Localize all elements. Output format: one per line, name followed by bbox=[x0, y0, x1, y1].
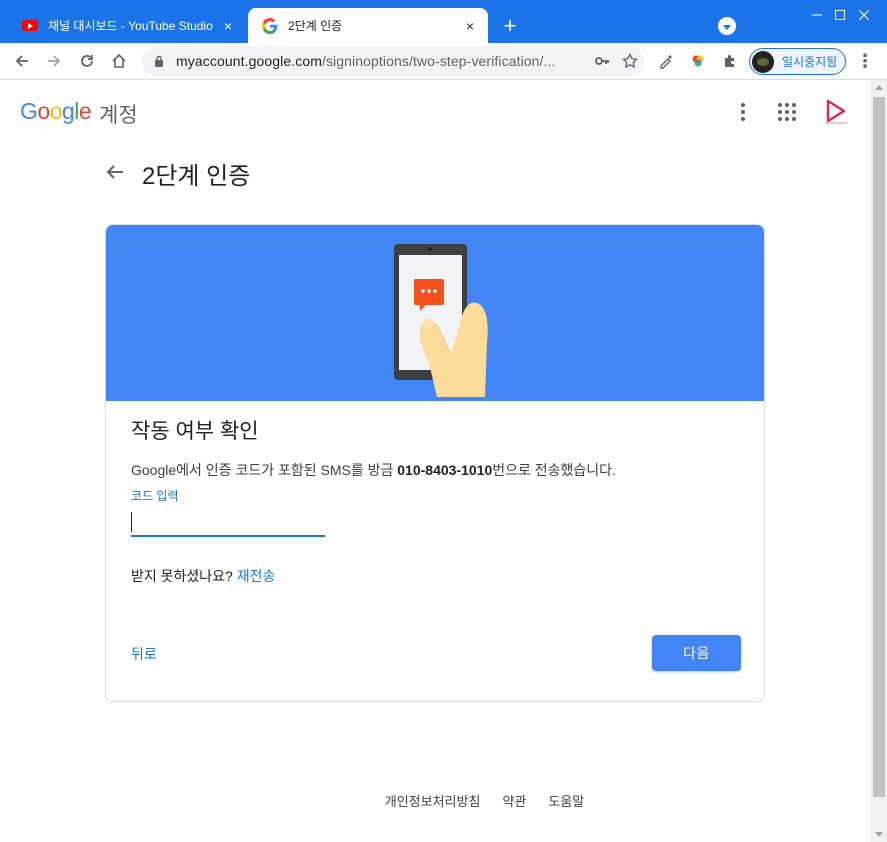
address-bar[interactable]: myaccount.google.com/signinoptions/two-s… bbox=[142, 46, 644, 76]
reload-icon bbox=[81, 55, 93, 67]
back-nav-button[interactable] bbox=[8, 47, 36, 75]
back-arrow-icon[interactable] bbox=[103, 160, 127, 184]
phone-number: 010-8403-1010 bbox=[397, 462, 493, 478]
scroll-down-icon[interactable] bbox=[875, 832, 883, 837]
tab-youtube-studio[interactable]: 채널 대시보드 - YouTube Studio × bbox=[8, 8, 246, 43]
profile-label: 일시중지됨 bbox=[782, 55, 838, 69]
code-input-label: 코드 입력 bbox=[131, 489, 179, 503]
arrow-left-icon bbox=[15, 55, 28, 67]
vertical-scrollbar[interactable] bbox=[871, 80, 887, 842]
tab-title: 채널 대시보드 - YouTube Studio bbox=[48, 19, 213, 33]
scrollbar-thumb[interactable] bbox=[873, 97, 885, 797]
profile-button[interactable]: 일시중지됨 bbox=[749, 48, 846, 75]
page-content: Google 계정 2단계 인증 작동 여부 확인 Google에서 인증 코드… bbox=[0, 80, 871, 842]
footer: 개인정보처리방침 약관 도움말 bbox=[0, 791, 871, 810]
browser-toolbar: myaccount.google.com/signinoptions/two-s… bbox=[0, 43, 887, 80]
not-received-text: 받지 못하셨나요? 재전송 bbox=[131, 568, 276, 584]
arrow-right-icon bbox=[48, 55, 61, 67]
play-logo-icon[interactable] bbox=[823, 98, 849, 126]
reload-button[interactable] bbox=[73, 47, 101, 75]
extensions-puzzle-icon[interactable] bbox=[716, 47, 744, 75]
bookmark-star-icon[interactable] bbox=[616, 47, 644, 75]
avatar bbox=[752, 50, 774, 73]
youtube-icon bbox=[22, 18, 38, 34]
account-word: 계정 bbox=[99, 104, 138, 127]
browser-titlebar: 채널 대시보드 - YouTube Studio × 2단계 인증 × + bbox=[0, 0, 887, 43]
google-logo[interactable]: Google bbox=[20, 98, 92, 125]
close-window-button[interactable] bbox=[841, 0, 887, 30]
help-link[interactable]: 도움말 bbox=[548, 791, 584, 810]
key-icon[interactable] bbox=[588, 47, 616, 75]
phone-illustration bbox=[106, 225, 764, 401]
browser-menu-icon[interactable]: ⋮ bbox=[851, 47, 879, 75]
terms-link[interactable]: 약관 bbox=[502, 791, 526, 810]
tab-search-icon[interactable] bbox=[718, 17, 736, 35]
home-icon bbox=[112, 53, 126, 68]
page-title: 2단계 인증 bbox=[142, 163, 251, 190]
forward-nav-button[interactable] bbox=[40, 47, 68, 75]
verification-card: 작동 여부 확인 Google에서 인증 코드가 포함된 SMS를 방금 010… bbox=[105, 224, 765, 702]
scroll-up-icon[interactable] bbox=[875, 85, 883, 90]
google-apps-icon[interactable] bbox=[775, 100, 799, 124]
privacy-policy-link[interactable]: 개인정보처리방침 bbox=[385, 791, 481, 810]
tab-two-step-verification[interactable]: 2단계 인증 × bbox=[248, 8, 488, 43]
tab-close-icon[interactable]: × bbox=[218, 16, 238, 36]
tab-close-icon[interactable]: × bbox=[460, 16, 480, 36]
new-tab-button[interactable]: + bbox=[498, 13, 522, 38]
color-extension-icon[interactable] bbox=[684, 47, 712, 75]
tab-title: 2단계 인증 bbox=[288, 19, 343, 33]
lock-icon bbox=[155, 55, 163, 67]
next-button[interactable]: 다음 bbox=[652, 635, 741, 671]
url-text: myaccount.google.com/signinoptions/two-s… bbox=[176, 53, 556, 69]
eyedropper-extension-icon[interactable] bbox=[652, 47, 680, 75]
card-heading: 작동 여부 확인 bbox=[131, 420, 259, 443]
code-input[interactable] bbox=[131, 509, 325, 537]
home-button[interactable] bbox=[105, 47, 133, 75]
google-g-icon bbox=[262, 17, 278, 34]
card-description: Google에서 인증 코드가 포함된 SMS를 방금 010-8403-101… bbox=[131, 462, 616, 478]
resend-link[interactable]: 재전송 bbox=[237, 568, 276, 584]
text-caret bbox=[131, 512, 132, 532]
back-link[interactable]: 뒤로 bbox=[131, 644, 157, 664]
more-options-icon[interactable] bbox=[731, 100, 755, 124]
